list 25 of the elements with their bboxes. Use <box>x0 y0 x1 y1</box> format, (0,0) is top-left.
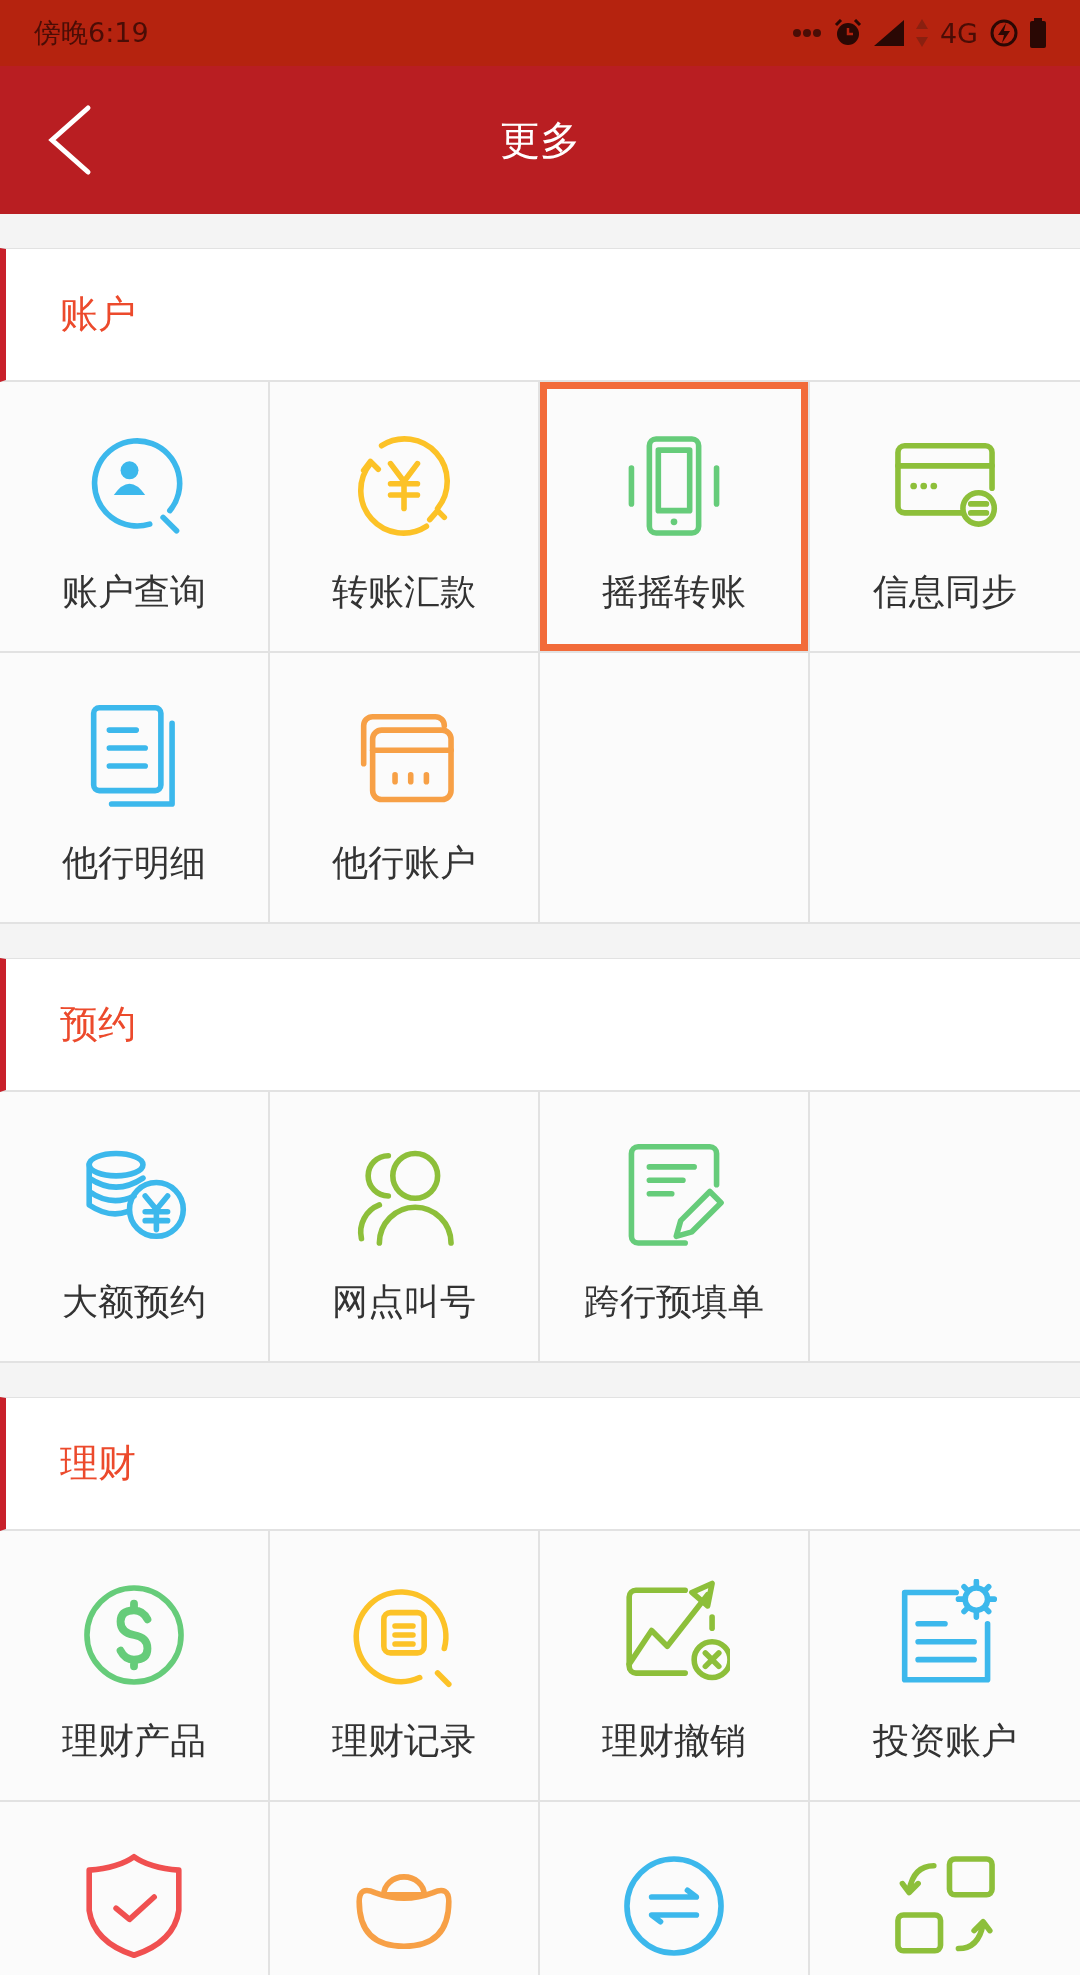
more-dots-icon <box>791 28 822 38</box>
network-type: 4G <box>939 17 978 49</box>
section-title: 账户 <box>60 291 136 338</box>
charging-icon <box>990 19 1018 47</box>
section-title: 预约 <box>60 1001 136 1048</box>
menu-item[interactable]: 转账汇款 <box>270 382 540 653</box>
menu-item[interactable]: 信息同步 <box>810 382 1080 653</box>
menu-item[interactable]: 理财撤销 <box>540 1531 810 1802</box>
menu-item[interactable]: 大额预约 <box>0 1092 270 1363</box>
battery-icon <box>1030 18 1046 48</box>
menu-item[interactable]: 理财产品 <box>0 1531 270 1802</box>
signal-icon <box>873 20 904 46</box>
menu-item[interactable]: 投资账户 <box>810 1531 1080 1802</box>
menu-item[interactable]: 摇摇转账 <box>540 382 810 653</box>
menu-item[interactable]: 网点叫号 <box>270 1092 540 1363</box>
menu-item[interactable]: 理财记录 <box>270 1531 540 1802</box>
data-arrows-icon <box>915 19 928 47</box>
menu-item[interactable]: 跨行预填单 <box>540 1092 810 1363</box>
menu-item[interactable]: 他行账户 <box>270 653 540 924</box>
status-time: 傍晚6:19 <box>34 16 149 50</box>
section-title: 理财 <box>60 1440 136 1487</box>
alarm-icon <box>833 19 862 47</box>
menu-item[interactable]: 他行明细 <box>0 653 270 924</box>
page-title: 更多 <box>500 115 580 165</box>
menu-item[interactable]: 账户查询 <box>0 382 270 653</box>
